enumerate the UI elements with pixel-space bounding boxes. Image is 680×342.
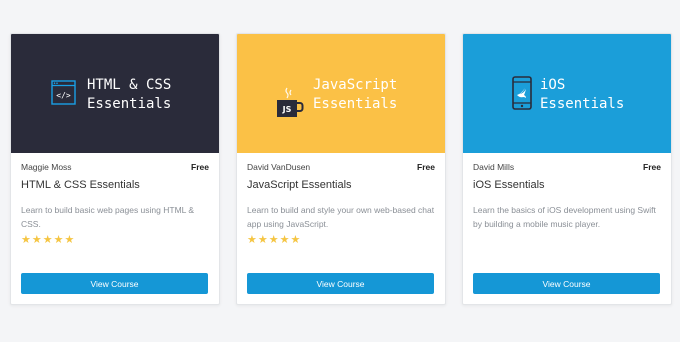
course-title[interactable]: JavaScript Essentials [247,179,352,191]
star-icon: ★ [247,234,257,246]
ios-swift-phone-icon [512,76,532,115]
svg-text:</>: </> [56,91,71,100]
view-course-button[interactable]: View Course [247,273,434,294]
star-icon: ★ [31,234,42,246]
star-rating: ★ ★ ★ ★ ★ [247,235,300,246]
course-price: Free [643,162,661,172]
course-author: Maggie Moss [21,162,72,172]
course-title[interactable]: HTML & CSS Essentials [21,179,140,191]
course-banner[interactable]: JS JavaScript Essentials [237,34,445,153]
course-banner[interactable]: iOS Essentials [463,34,671,153]
banner-title: HTML & CSS Essentials [87,77,172,112]
course-description: Learn to build basic web pages using HTM… [21,205,195,229]
javascript-coffee-cup-icon: JS [275,87,305,122]
view-course-button[interactable]: View Course [21,273,208,294]
banner-title: iOS Essentials [540,77,625,112]
course-price: Free [417,162,435,172]
course-banner[interactable]: </> HTML & CSS Essentials [11,34,219,153]
view-course-button[interactable]: View Course [473,273,660,294]
star-icon: ★ [42,234,53,246]
course-card-javascript[interactable]: JS JavaScript Essentials David VanDusen … [236,33,446,305]
star-rating: ★ ★ ★ ★ ★ [21,235,74,246]
course-author: David VanDusen [247,162,311,172]
svg-text:JS: JS [282,105,292,114]
course-author: David Mills [473,162,515,172]
course-title[interactable]: iOS Essentials [473,179,545,191]
html-code-window-icon: </> [51,80,76,110]
star-icon: ★ [53,234,64,246]
course-description: Learn the basics of iOS development usin… [473,205,656,229]
course-description: Learn to build and style your own web-ba… [247,205,435,229]
star-icon: ★ [257,234,268,246]
course-card-html-css[interactable]: </> HTML & CSS Essentials Maggie Moss Fr… [10,33,220,305]
course-price: Free [191,162,209,172]
star-icon: ★ [64,234,75,246]
course-card-ios[interactable]: iOS Essentials David Mills Free iOS Esse… [462,33,672,305]
star-icon: ★ [279,234,290,246]
star-icon: ★ [268,234,279,246]
star-icon: ★ [290,234,301,246]
star-icon: ★ [21,234,31,246]
banner-title: JavaScript Essentials [313,77,398,112]
